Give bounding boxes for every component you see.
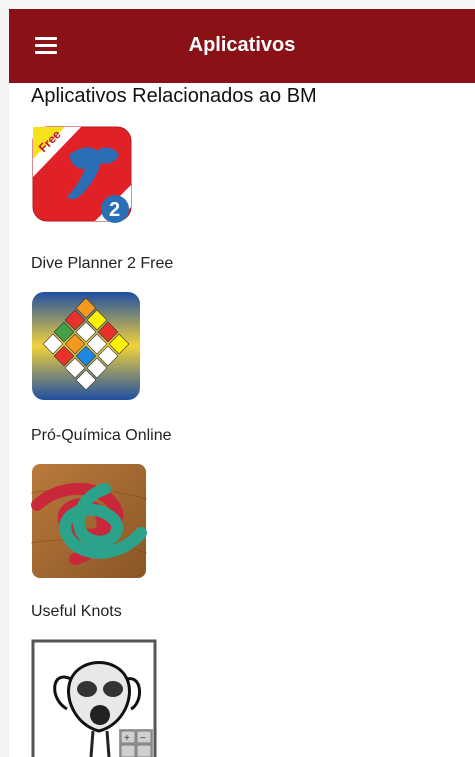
screen: Aplicativos Aplicativos Relacionados ao … <box>0 0 475 757</box>
left-edge <box>0 9 9 757</box>
app-bar: Aplicativos <box>9 9 475 83</box>
knot-icon[interactable] <box>31 463 147 579</box>
zoom-plus-label: + <box>124 733 130 744</box>
page-title: Aplicativos <box>188 34 296 56</box>
app-name-useful-knots[interactable]: Useful Knots <box>31 603 122 621</box>
section-heading: Aplicativos Relacionados ao BM <box>31 85 317 107</box>
app-name-dive-planner[interactable]: Dive Planner 2 Free <box>31 255 173 273</box>
hazmat-placards-icon[interactable] <box>31 291 141 401</box>
app-name-pro-quimica[interactable]: Pró-Química Online <box>31 427 172 445</box>
content-area[interactable]: Aplicativos Relacionados ao BM Free 2 Di… <box>9 83 475 757</box>
status-strip <box>0 0 475 9</box>
gas-mask-icon[interactable]: + − <box>31 639 157 757</box>
badge-number: 2 <box>109 199 120 221</box>
dive-flag-icon[interactable]: Free 2 <box>31 125 133 223</box>
zoom-minus-label: − <box>140 733 146 744</box>
